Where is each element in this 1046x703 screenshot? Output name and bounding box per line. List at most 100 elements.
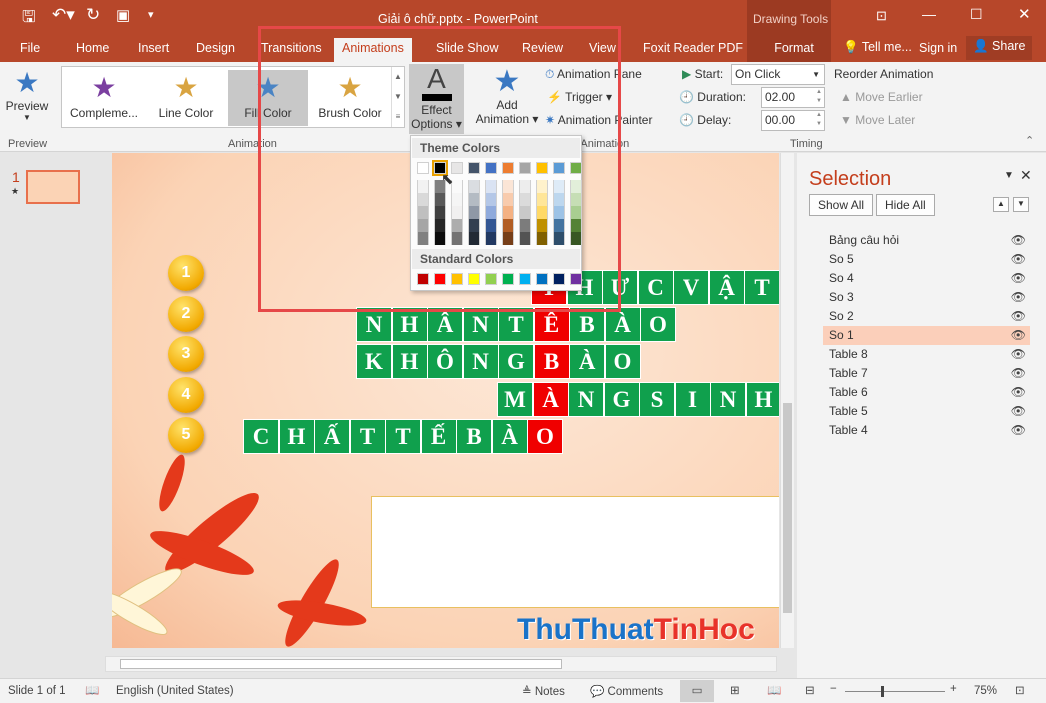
theme-shade-swatch[interactable] <box>536 232 548 245</box>
question-number-3[interactable]: 3 <box>168 336 204 372</box>
bring-forward-button[interactable]: ▲ <box>993 197 1009 212</box>
send-backward-button[interactable]: ▼ <box>1013 197 1029 212</box>
zoom-out-button[interactable]: − <box>830 683 837 695</box>
crossword-cell[interactable]: S <box>639 382 675 417</box>
theme-shade-swatch[interactable] <box>468 232 480 245</box>
minimize-icon[interactable]: — <box>922 6 936 22</box>
standard-color-swatch[interactable] <box>451 273 463 285</box>
crossword-cell[interactable]: À <box>491 419 528 454</box>
standard-color-swatch[interactable] <box>536 273 548 285</box>
crossword-cell[interactable]: O <box>640 307 676 342</box>
language-status[interactable]: English (United States) <box>116 685 234 697</box>
crossword-cell[interactable]: H <box>745 382 779 417</box>
selection-item[interactable]: So 5 👁 <box>823 250 1030 269</box>
zoom-level[interactable]: 75% <box>974 685 997 697</box>
theme-color-swatch[interactable] <box>468 162 480 174</box>
standard-color-swatch[interactable] <box>468 273 480 285</box>
selection-item[interactable]: Table 7 👁 <box>823 364 1030 383</box>
crossword-cell[interactable]: N <box>462 344 499 379</box>
crossword-cell[interactable]: M <box>497 382 533 417</box>
tab-slide-show[interactable]: Slide Show <box>428 38 507 62</box>
theme-shade-swatch[interactable] <box>434 232 446 245</box>
slide-thumbnail-1[interactable] <box>26 170 80 204</box>
theme-shade-swatch[interactable] <box>434 206 446 219</box>
theme-shade-swatch[interactable] <box>451 193 463 206</box>
crossword-cell[interactable]: H <box>391 307 428 342</box>
theme-shade-swatch[interactable] <box>485 232 497 245</box>
theme-shade-swatch[interactable] <box>502 193 514 206</box>
visibility-eye-icon[interactable]: 👁 <box>1011 402 1026 421</box>
crossword-cell[interactable]: À <box>604 307 641 342</box>
crossword-cell[interactable]: H <box>391 344 428 379</box>
visibility-eye-icon[interactable]: 👁 <box>1011 231 1026 250</box>
tell-me-box[interactable]: 💡 Tell me... <box>843 40 912 55</box>
move-earlier-button[interactable]: ▲ Move Earlier <box>840 90 923 104</box>
theme-shade-swatch[interactable] <box>502 219 514 232</box>
visibility-eye-icon[interactable]: 👁 <box>1011 326 1026 345</box>
theme-shade-swatch[interactable] <box>553 193 565 206</box>
theme-color-swatch[interactable] <box>519 162 531 174</box>
theme-shade-swatch[interactable] <box>553 206 565 219</box>
theme-shade-swatch[interactable] <box>434 219 446 232</box>
standard-color-swatch[interactable] <box>570 273 582 285</box>
theme-shade-swatch[interactable] <box>468 206 480 219</box>
theme-shade-swatch[interactable] <box>519 180 531 193</box>
selection-item[interactable]: Table 4 👁 <box>823 421 1030 440</box>
question-box[interactable] <box>371 496 779 608</box>
tab-view[interactable]: View <box>581 38 624 62</box>
crossword-cell[interactable]: N <box>356 307 392 342</box>
selection-item[interactable]: Table 8 👁 <box>823 345 1030 364</box>
selection-item[interactable]: So 2 👁 <box>823 307 1030 326</box>
question-number-4[interactable]: 4 <box>168 376 204 413</box>
visibility-eye-icon[interactable]: 👁 <box>1011 288 1026 307</box>
crossword-cell[interactable]: À <box>569 344 605 379</box>
standard-color-swatch[interactable] <box>553 273 565 285</box>
fit-slide-icon[interactable]: ⊡ <box>1015 683 1025 697</box>
start-select[interactable]: On Click ▼ <box>731 64 825 85</box>
gallery-item-brush-color[interactable]: ★ Brush Color <box>310 70 390 126</box>
selection-item[interactable]: Table 6 👁 <box>823 383 1030 402</box>
theme-shade-swatch[interactable] <box>417 193 429 206</box>
horizontal-scrollbar[interactable] <box>105 656 777 672</box>
theme-shade-swatch[interactable] <box>519 219 531 232</box>
gallery-item-line-color[interactable]: ★ Line Color <box>146 70 226 126</box>
scrollbar-thumb[interactable] <box>783 403 792 613</box>
crossword-cell[interactable]: Ế <box>420 419 457 454</box>
theme-shade-swatch[interactable] <box>417 232 429 245</box>
standard-color-swatch[interactable] <box>485 273 497 285</box>
visibility-eye-icon[interactable]: 👁 <box>1011 269 1026 288</box>
tab-insert[interactable]: Insert <box>130 38 177 62</box>
visibility-eye-icon[interactable]: 👁 <box>1011 383 1026 402</box>
crossword-cell[interactable]: B <box>456 419 492 454</box>
theme-shade-swatch[interactable] <box>451 206 463 219</box>
standard-color-swatch[interactable] <box>502 273 514 285</box>
visibility-eye-icon[interactable]: 👁 <box>1011 307 1026 326</box>
preview-button[interactable]: ★ Preview ▼ <box>4 66 50 122</box>
theme-shade-swatch[interactable] <box>502 206 514 219</box>
zoom-in-button[interactable]: + <box>950 683 957 695</box>
theme-shade-swatch[interactable] <box>519 232 531 245</box>
slideshow-button[interactable]: ⊟ <box>805 683 815 697</box>
crossword-cell[interactable]: G <box>498 344 534 379</box>
close-pane-icon[interactable]: ✕ <box>1020 167 1032 184</box>
question-number-1[interactable]: 1 <box>168 255 204 291</box>
crossword-cell[interactable]: K <box>356 344 392 379</box>
spinner-icon[interactable]: ▲ ▼ <box>816 111 824 129</box>
crossword-cell[interactable]: Ê <box>533 307 570 342</box>
crossword-cell[interactable]: T <box>744 270 779 305</box>
theme-shade-swatch[interactable] <box>536 219 548 232</box>
tab-review[interactable]: Review <box>514 38 571 62</box>
redo-icon[interactable]: ↻ <box>86 5 100 25</box>
visibility-eye-icon[interactable]: 👁 <box>1011 421 1026 440</box>
crossword-cell[interactable]: O <box>527 419 563 454</box>
present-icon[interactable]: ▣ <box>116 6 130 24</box>
selection-item[interactable]: So 4 👁 <box>823 269 1030 288</box>
theme-shade-swatch[interactable] <box>536 193 548 206</box>
animation-painter-button[interactable]: ✷ Animation Painter <box>545 113 652 127</box>
theme-shade-swatch[interactable] <box>570 206 582 219</box>
reading-view-button[interactable]: 📖 <box>767 683 781 697</box>
theme-shade-swatch[interactable] <box>451 219 463 232</box>
crossword-cell[interactable]: O <box>604 344 641 379</box>
crossword-cell[interactable]: B <box>569 307 605 342</box>
theme-shade-swatch[interactable] <box>468 193 480 206</box>
